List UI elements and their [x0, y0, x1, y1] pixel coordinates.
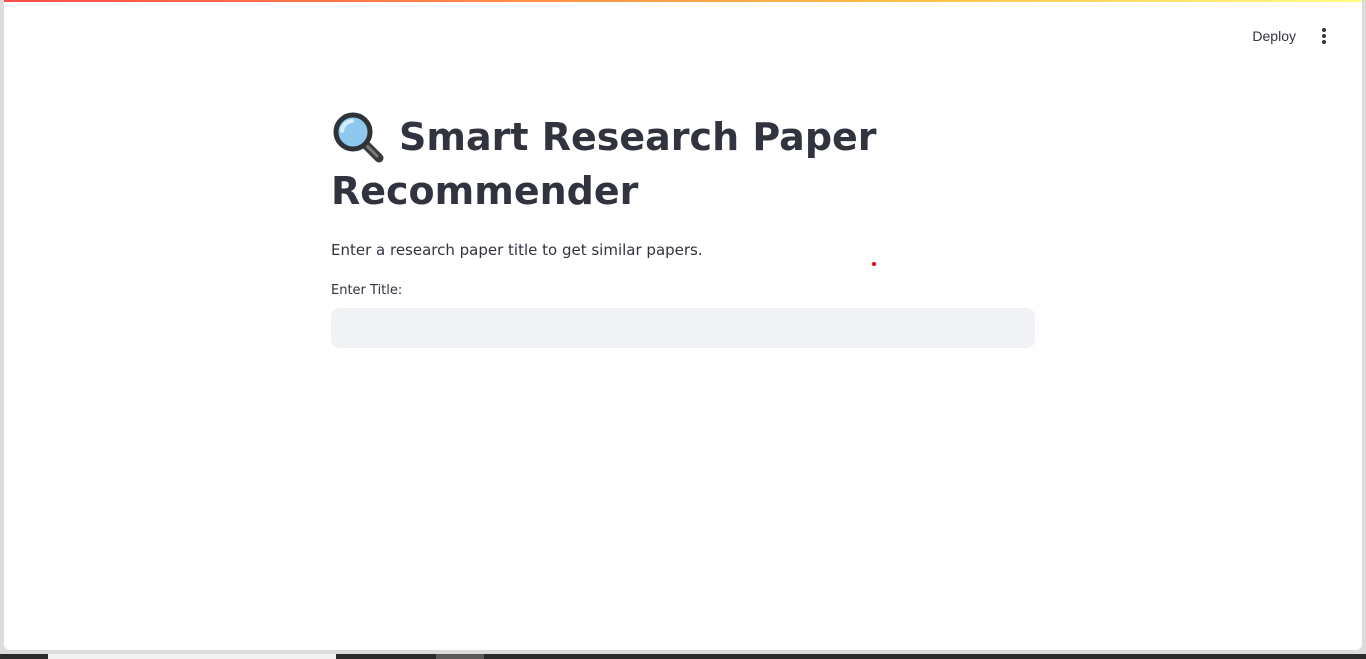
page-title-text: Smart Research Paper Recommender	[331, 115, 877, 213]
title-input[interactable]	[331, 308, 1035, 348]
main-content: Smart Research Paper Recommender Enter a…	[331, 110, 1035, 348]
page-description: Enter a research paper title to get simi…	[331, 241, 703, 259]
deploy-button[interactable]: Deploy	[1244, 22, 1304, 50]
page-title: Smart Research Paper Recommender	[331, 110, 891, 218]
kebab-menu-icon	[1322, 28, 1326, 44]
taskbar-strip	[0, 654, 1366, 659]
taskbar-active-item[interactable]	[48, 654, 336, 659]
app-window: Deploy Smart Research Paper Recommender …	[4, 0, 1362, 650]
main-menu-button[interactable]	[1310, 22, 1338, 50]
title-input-label: Enter Title:	[331, 283, 403, 298]
taskbar-item[interactable]	[436, 654, 484, 659]
app-header: Deploy	[4, 2, 1362, 62]
magnifying-glass-icon	[331, 110, 385, 164]
mouse-cursor-dot	[872, 262, 876, 266]
